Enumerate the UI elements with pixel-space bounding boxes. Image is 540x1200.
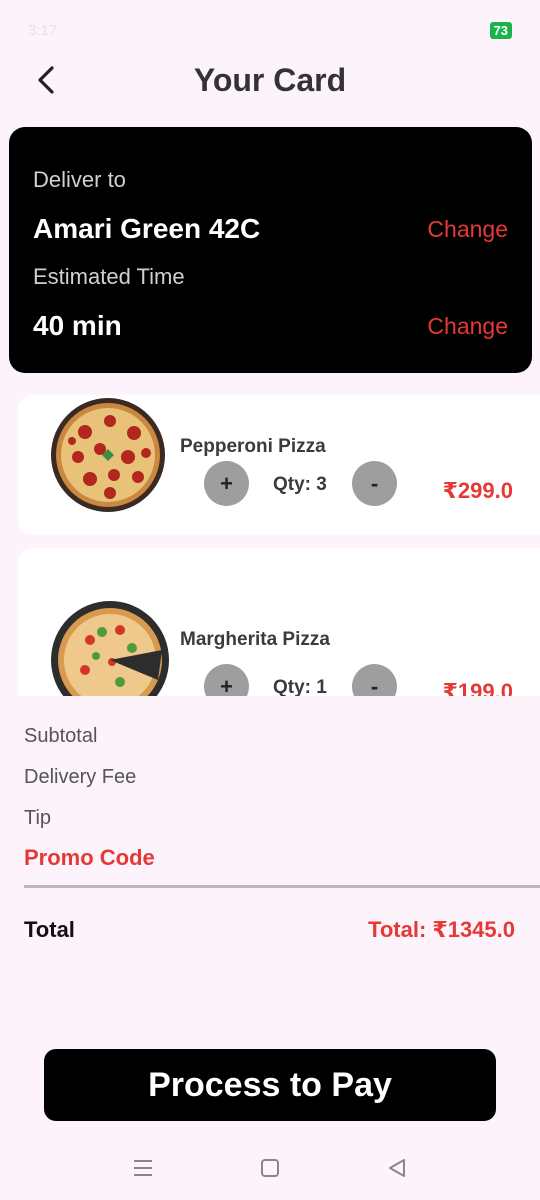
item-name: Margherita Pizza: [180, 629, 330, 650]
order-summary: Subtotal Delivery Fee Tip Promo Code: [24, 722, 516, 871]
item-price: ₹199.0: [442, 679, 513, 696]
chevron-left-icon: [38, 66, 54, 94]
deliver-to-label: Deliver to: [33, 167, 126, 192]
home-square-icon: [260, 1158, 279, 1177]
status-left: 3:17: [28, 22, 57, 39]
cart-item: Pepperoni Pizza + Qty: 3 - ₹299.0: [18, 395, 540, 535]
pepperoni-pizza-image: [51, 398, 165, 512]
page-title: Your Card: [193, 61, 347, 98]
back-nav-button[interactable]: [377, 1148, 417, 1188]
change-time-link[interactable]: Change: [427, 313, 508, 340]
status-time: 3:17: [28, 21, 58, 39]
promo-code-link[interactable]: Promo Code: [24, 845, 516, 871]
cart-items-list[interactable]: Pepperoni Pizza + Qty: 3 - ₹299.0 Marghe…: [0, 383, 540, 696]
delivery-fee-label: Delivery Fee: [24, 766, 137, 788]
status-right: 73: [489, 21, 512, 39]
item-name: Pepperoni Pizza: [180, 436, 326, 457]
change-address-link[interactable]: Change: [427, 216, 508, 243]
summary-divider: [24, 885, 540, 888]
increase-qty-button[interactable]: +: [204, 461, 249, 506]
delivery-card: Deliver to Amari Green 42C Change Estima…: [9, 127, 532, 373]
decrease-qty-button[interactable]: -: [352, 664, 397, 696]
menu-nav-button[interactable]: [123, 1148, 163, 1188]
estimated-time-label: Estimated Time: [33, 264, 185, 289]
system-nav-bar: [0, 1140, 540, 1195]
subtotal-label: Subtotal: [24, 725, 98, 747]
header: Your Card: [0, 50, 540, 110]
delivery-address: Amari Green 42C: [33, 213, 261, 244]
decrease-qty-button[interactable]: -: [352, 461, 397, 506]
item-qty: Qty: 1: [273, 677, 327, 696]
cart-item: Margherita Pizza + Qty: 1 - ₹199.0: [18, 548, 540, 696]
back-button[interactable]: [30, 62, 62, 98]
estimated-time-value: 40 min: [33, 310, 122, 341]
item-qty: Qty: 3: [273, 474, 327, 495]
tip-label: Tip: [24, 807, 52, 829]
back-triangle-icon: [388, 1158, 405, 1177]
total-value: Total: ₹1345.0: [368, 917, 515, 942]
process-to-pay-button[interactable]: Process to Pay: [44, 1049, 496, 1121]
menu-icon: [134, 1159, 153, 1176]
battery-icon: 73: [489, 21, 512, 39]
margherita-pizza-image: [51, 601, 169, 696]
item-price: ₹299.0: [442, 478, 513, 503]
home-nav-button[interactable]: [250, 1148, 290, 1188]
increase-qty-button[interactable]: +: [204, 664, 249, 696]
total-label: Total: [24, 917, 75, 942]
